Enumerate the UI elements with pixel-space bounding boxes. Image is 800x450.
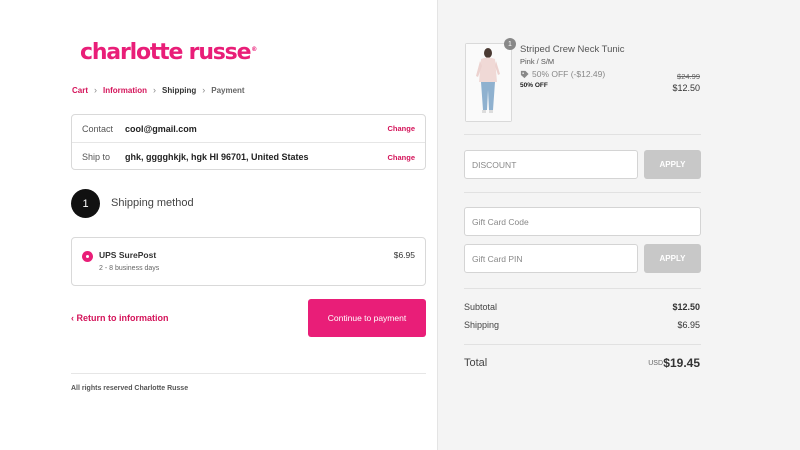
ship-to-row: Ship to ghk, gggghkjk, hgk HI 96701, Uni… <box>72 143 425 171</box>
product-variant: Pink / S/M <box>520 57 555 66</box>
tag-icon <box>520 70 529 78</box>
footer-divider <box>71 373 426 374</box>
shipping-option-days: 2 - 8 business days <box>99 265 160 272</box>
summary-divider <box>464 344 701 345</box>
breadcrumb-cart[interactable]: Cart <box>72 86 88 95</box>
contact-value: cool@gmail.com <box>125 123 197 134</box>
review-block: Contact cool@gmail.com Change Ship to gh… <box>71 114 426 170</box>
logo-text: charlotte russe <box>80 40 251 65</box>
change-address-link[interactable]: Change <box>387 153 415 162</box>
shipping-option[interactable]: UPS SurePost 2 - 8 business days $6.95 <box>71 237 426 286</box>
product-photo-icon <box>466 44 511 121</box>
product-off-label: 50% OFF <box>520 82 548 89</box>
shipping-option-name: UPS SurePost <box>99 250 157 260</box>
total-value: $19.45 <box>663 356 700 370</box>
product-discount: 50% OFF (-$12.49) <box>520 69 605 79</box>
ship-to-label: Ship to <box>82 152 111 162</box>
product-name: Striped Crew Neck Tunic <box>520 44 625 55</box>
step-number-badge: 1 <box>71 189 100 218</box>
apply-discount-button[interactable]: APPLY <box>644 150 701 179</box>
return-link-label: Return to information <box>76 313 169 323</box>
contact-row: Contact cool@gmail.com Change <box>72 115 425 143</box>
product-thumbnail <box>465 43 512 122</box>
product-price: $12.50 <box>672 83 700 93</box>
breadcrumb-separator-icon: › <box>202 85 206 95</box>
summary-divider <box>464 134 701 135</box>
section-title: Shipping method <box>111 197 194 209</box>
shipping-label: Shipping <box>464 320 500 330</box>
product-original-price: $24.99 <box>677 72 700 81</box>
shipping-radio[interactable] <box>82 251 93 262</box>
summary-divider <box>464 288 701 289</box>
apply-gift-card-button[interactable]: APPLY <box>644 244 701 273</box>
chevron-left-icon: ‹ <box>71 313 74 323</box>
return-to-information-link[interactable]: ‹ Return to information <box>71 313 169 323</box>
checkout-main: charlotte russe® Cart › Information › Sh… <box>0 0 437 450</box>
breadcrumb-shipping: Shipping <box>162 85 197 95</box>
breadcrumb: Cart › Information › Shipping › Payment <box>72 85 245 95</box>
gift-card-code-input[interactable]: Gift Card Code <box>464 207 701 236</box>
breadcrumb-information[interactable]: Information <box>103 86 147 95</box>
order-summary: 1 Striped Crew Neck Tunic Pink / S/M 50%… <box>437 0 800 450</box>
shipping-option-price: $6.95 <box>393 250 415 260</box>
continue-to-payment-button[interactable]: Continue to payment <box>308 299 426 337</box>
total-currency: USD <box>648 360 663 367</box>
breadcrumb-separator-icon: › <box>153 85 157 95</box>
total-label: Total <box>464 357 488 369</box>
footer-copyright: All rights reserved Charlotte Russe <box>71 385 189 392</box>
product-discount-text: 50% OFF (-$12.49) <box>532 69 606 79</box>
shipping-value: $6.95 <box>677 320 700 330</box>
subtotal-label: Subtotal <box>464 302 498 312</box>
brand-logo[interactable]: charlotte russe® <box>80 40 257 65</box>
change-contact-link[interactable]: Change <box>387 124 415 133</box>
ship-to-value: ghk, gggghkjk, hgk HI 96701, United Stat… <box>125 152 309 162</box>
summary-divider <box>464 192 701 193</box>
subtotal-value: $12.50 <box>672 302 700 312</box>
contact-label: Contact <box>82 123 114 134</box>
discount-input[interactable]: DISCOUNT <box>464 150 638 179</box>
logo-registered-mark: ® <box>251 46 258 53</box>
quantity-badge: 1 <box>504 38 516 50</box>
gift-card-pin-input[interactable]: Gift Card PIN <box>464 244 638 273</box>
breadcrumb-payment: Payment <box>211 85 245 95</box>
breadcrumb-separator-icon: › <box>94 85 98 95</box>
